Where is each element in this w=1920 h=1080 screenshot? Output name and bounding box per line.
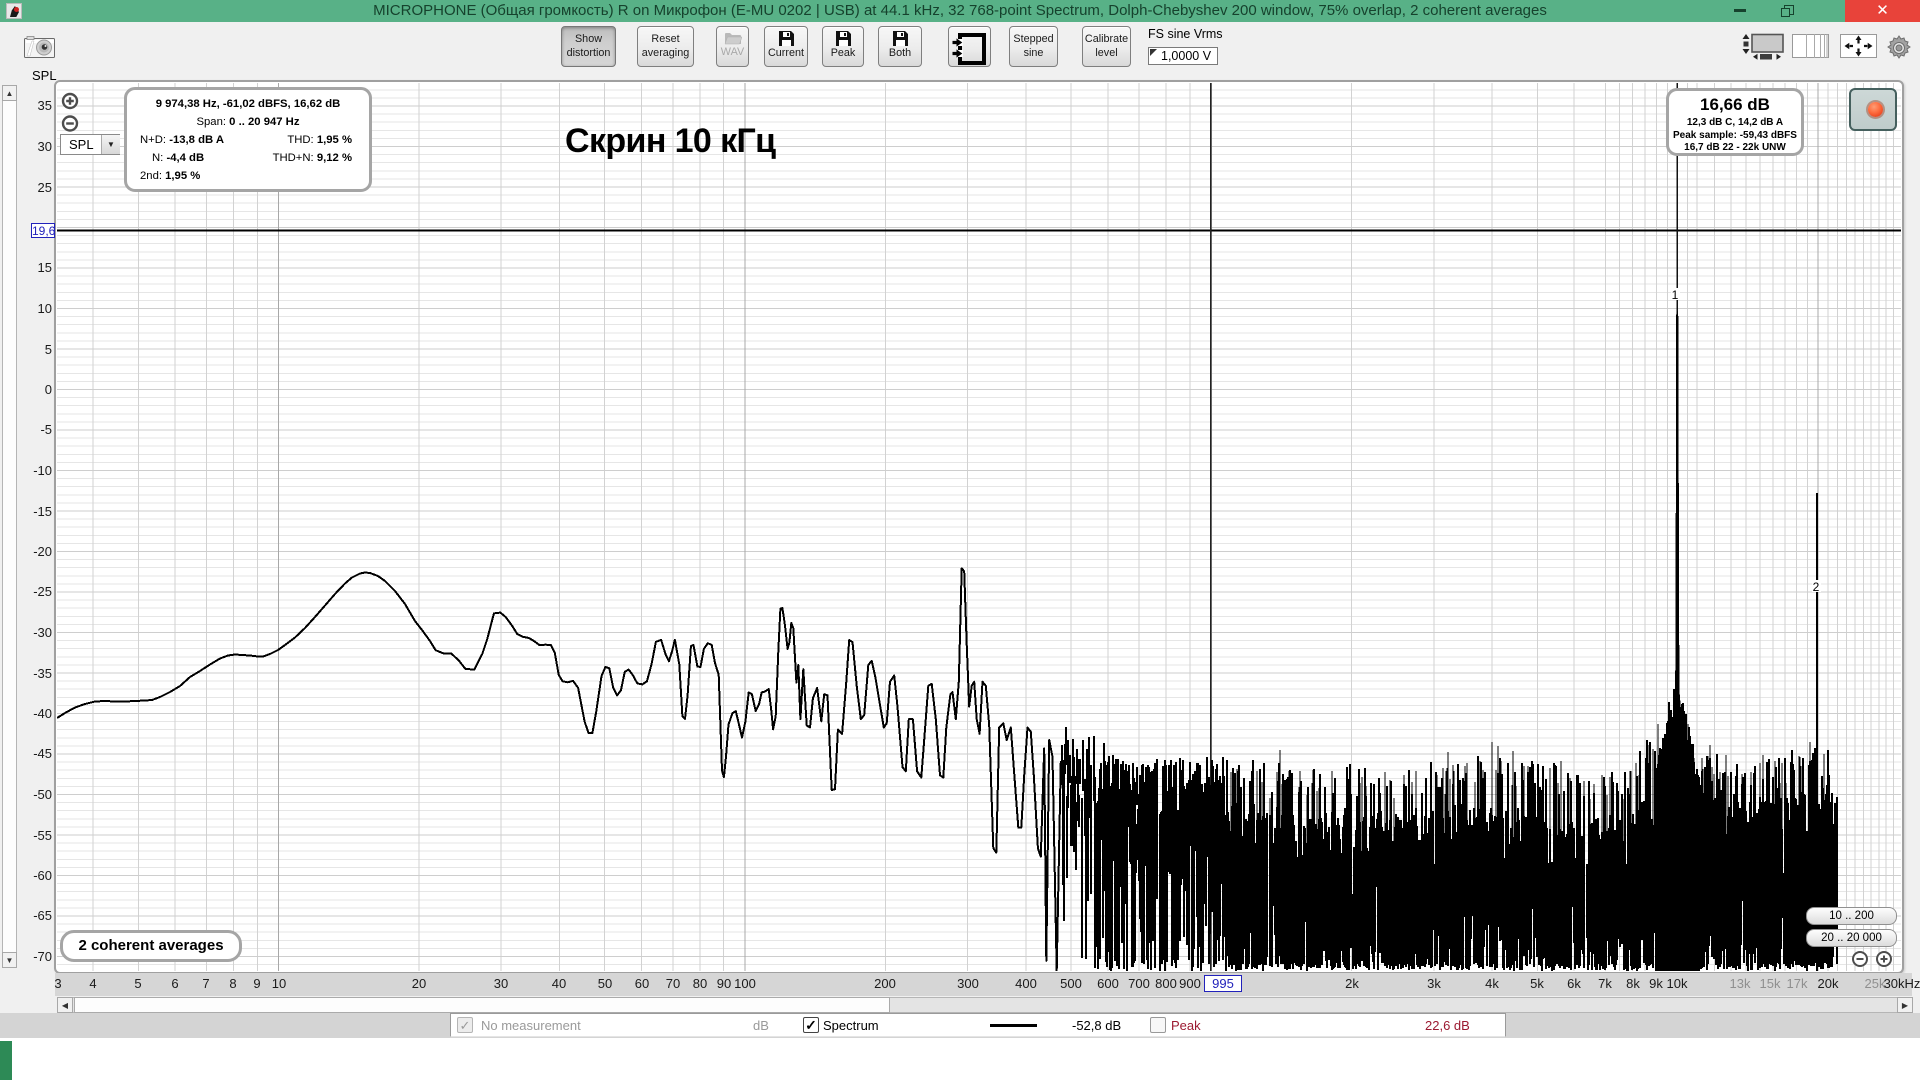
- svg-text:70: 70: [666, 976, 680, 991]
- svg-text:4k: 4k: [1485, 976, 1499, 991]
- svg-text:10k: 10k: [1667, 976, 1688, 991]
- svg-text:30kHz: 30kHz: [1884, 976, 1920, 991]
- svg-text:6: 6: [171, 976, 178, 991]
- svg-text:500: 500: [1060, 976, 1082, 991]
- svg-text:30: 30: [494, 976, 508, 991]
- svg-text:5: 5: [134, 976, 141, 991]
- svg-text:2k: 2k: [1345, 976, 1359, 991]
- svg-text:17k: 17k: [1787, 976, 1808, 991]
- svg-text:60: 60: [635, 976, 649, 991]
- svg-text:7k: 7k: [1598, 976, 1612, 991]
- svg-text:995: 995: [1212, 976, 1234, 991]
- svg-text:15k: 15k: [1760, 976, 1781, 991]
- svg-text:100: 100: [734, 976, 756, 991]
- svg-text:700: 700: [1128, 976, 1150, 991]
- svg-text:600: 600: [1097, 976, 1119, 991]
- svg-text:900: 900: [1179, 976, 1201, 991]
- svg-text:5k: 5k: [1530, 976, 1544, 991]
- svg-text:3: 3: [54, 976, 61, 991]
- svg-text:10: 10: [272, 976, 286, 991]
- svg-text:8k: 8k: [1626, 976, 1640, 991]
- svg-text:13k: 13k: [1730, 976, 1751, 991]
- svg-text:400: 400: [1015, 976, 1037, 991]
- svg-text:80: 80: [693, 976, 707, 991]
- svg-text:300: 300: [957, 976, 979, 991]
- svg-text:8: 8: [229, 976, 236, 991]
- svg-text:40: 40: [552, 976, 566, 991]
- svg-text:90: 90: [717, 976, 731, 991]
- svg-text:20: 20: [412, 976, 426, 991]
- svg-text:9k: 9k: [1649, 976, 1663, 991]
- svg-text:6k: 6k: [1567, 976, 1581, 991]
- svg-text:800: 800: [1155, 976, 1177, 991]
- svg-text:3k: 3k: [1427, 976, 1441, 991]
- svg-text:20k: 20k: [1818, 976, 1839, 991]
- svg-text:7: 7: [202, 976, 209, 991]
- svg-text:9: 9: [253, 976, 260, 991]
- svg-text:50: 50: [598, 976, 612, 991]
- svg-text:4: 4: [89, 976, 96, 991]
- svg-text:200: 200: [874, 976, 896, 991]
